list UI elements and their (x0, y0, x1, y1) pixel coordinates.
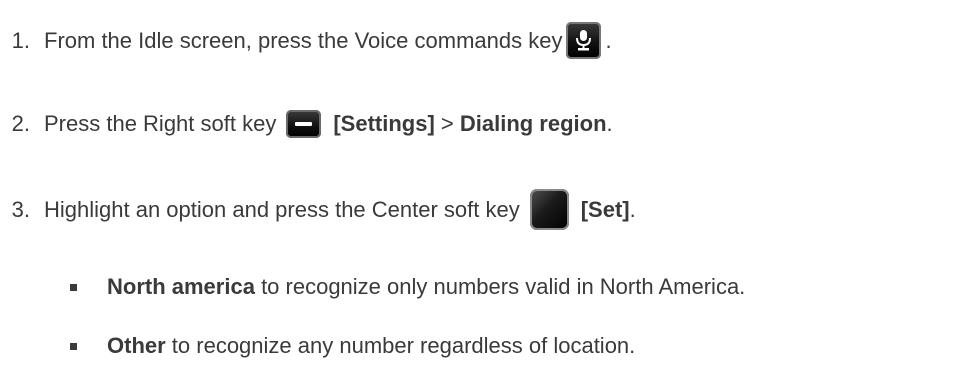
set-label: [Set] (580, 196, 630, 222)
bullet-icon (70, 283, 77, 291)
dialing-region-label: Dialing region (459, 111, 607, 136)
option-name: North america (107, 274, 255, 299)
separator: > (434, 111, 460, 136)
settings-label: [Settings] (333, 111, 435, 136)
step-text-end: . (606, 111, 613, 136)
step-1: 1. From the Idle screen, press the Voice… (0, 22, 612, 59)
option-description: to recognize only numbers valid in North… (254, 274, 746, 299)
minus-icon (295, 122, 313, 126)
step-number: 2. (11, 111, 30, 136)
step-2: 2. Press the Right soft key [Settings] >… (0, 110, 613, 138)
step-text: Press the Right soft key (44, 111, 277, 136)
step-text: From the Idle screen, press the Voice co… (44, 27, 563, 53)
step-number: 3. (11, 196, 30, 222)
center-soft-key-icon (529, 189, 569, 230)
step-text-end: . (629, 196, 636, 222)
option-description: to recognize any number regardless of lo… (165, 333, 636, 358)
step-text: Highlight an option and press the Center… (44, 196, 520, 222)
bullet-icon (70, 342, 77, 350)
step-text-end: . (605, 27, 612, 53)
option-name: Other (107, 333, 166, 358)
bullet-other: Other to recognize any number regardless… (0, 333, 635, 359)
step-number: 1. (11, 27, 30, 53)
step-3: 3. Highlight an option and press the Cen… (0, 189, 636, 230)
voice-commands-key-icon (566, 22, 602, 59)
right-soft-key-icon (286, 110, 322, 138)
bullet-north-america: North america to recognize only numbers … (0, 274, 745, 300)
